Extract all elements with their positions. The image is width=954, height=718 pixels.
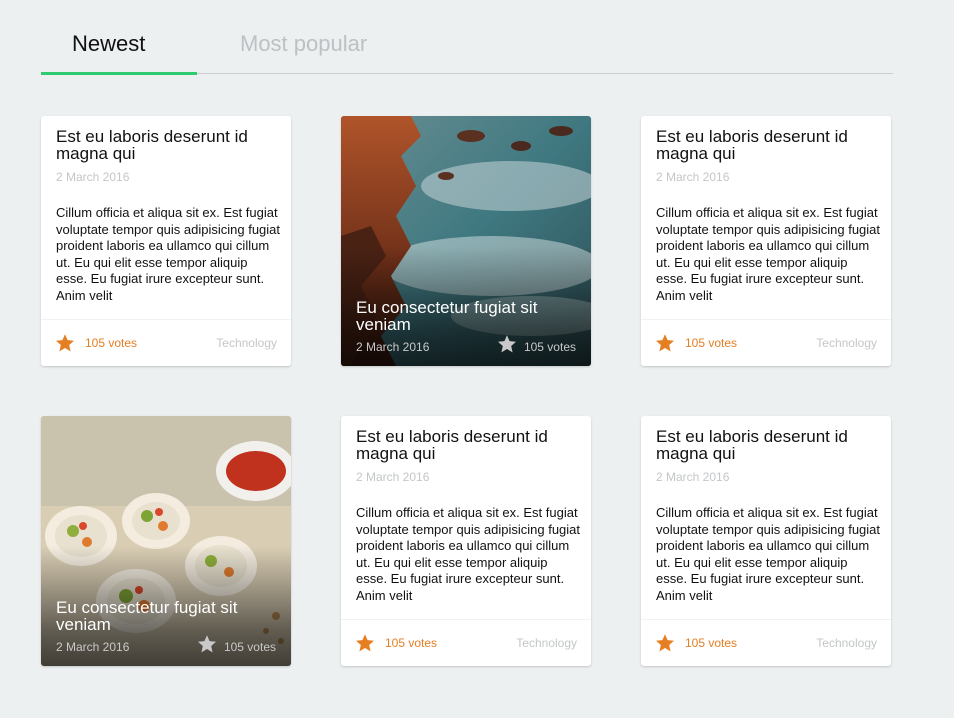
card-date: 2 March 2016: [656, 470, 730, 484]
card-excerpt: Cillum officia et aliqua sit ex. Est fug…: [356, 505, 581, 603]
star-icon[interactable]: [655, 633, 675, 653]
vote-count[interactable]: 105 votes: [85, 336, 137, 350]
card-excerpt: Cillum officia et aliqua sit ex. Est fug…: [56, 205, 281, 303]
card-date: 2 March 2016: [356, 340, 430, 354]
tab-bar: Newest Most popular: [41, 0, 893, 75]
card-title[interactable]: Eu consectetur fugiat sit veniam: [356, 299, 578, 333]
card-footer: 105 votes Technology: [641, 319, 891, 366]
card-title[interactable]: Est eu laboris deserunt id magna qui: [656, 128, 878, 162]
star-icon[interactable]: [497, 334, 517, 354]
image-article-card[interactable]: Eu consectetur fugiat sit veniam 2 March…: [41, 416, 291, 666]
category-link[interactable]: Technology: [516, 636, 577, 650]
card-date: 2 March 2016: [656, 170, 730, 184]
card-date: 2 March 2016: [356, 470, 430, 484]
category-link[interactable]: Technology: [816, 336, 877, 350]
star-icon[interactable]: [197, 634, 217, 654]
star-icon[interactable]: [55, 333, 75, 353]
card-excerpt: Cillum officia et aliqua sit ex. Est fug…: [656, 505, 881, 603]
article-card[interactable]: Est eu laboris deserunt id magna qui 2 M…: [641, 416, 891, 666]
card-date: 2 March 2016: [56, 170, 130, 184]
vote-count[interactable]: 105 votes: [524, 340, 576, 354]
vote-count[interactable]: 105 votes: [224, 640, 276, 654]
card-title[interactable]: Est eu laboris deserunt id magna qui: [656, 428, 878, 462]
category-link[interactable]: Technology: [216, 336, 277, 350]
active-tab-indicator: [41, 72, 197, 75]
card-footer: 105 votes Technology: [41, 319, 291, 366]
card-title[interactable]: Est eu laboris deserunt id magna qui: [56, 128, 278, 162]
card-excerpt: Cillum officia et aliqua sit ex. Est fug…: [656, 205, 881, 303]
article-card[interactable]: Est eu laboris deserunt id magna qui 2 M…: [341, 416, 591, 666]
vote-count[interactable]: 105 votes: [685, 636, 737, 650]
star-icon[interactable]: [655, 333, 675, 353]
category-link[interactable]: Technology: [816, 636, 877, 650]
vote-count[interactable]: 105 votes: [385, 636, 437, 650]
card-footer: 105 votes Technology: [641, 619, 891, 666]
vote-count[interactable]: 105 votes: [685, 336, 737, 350]
article-card[interactable]: Est eu laboris deserunt id magna qui 2 M…: [641, 116, 891, 366]
article-card[interactable]: Est eu laboris deserunt id magna qui 2 M…: [41, 116, 291, 366]
card-title[interactable]: Eu consectetur fugiat sit veniam: [56, 599, 278, 633]
image-article-card[interactable]: Eu consectetur fugiat sit veniam 2 March…: [341, 116, 591, 366]
card-footer: 105 votes Technology: [341, 619, 591, 666]
card-date: 2 March 2016: [56, 640, 130, 654]
tab-most-popular[interactable]: Most popular: [240, 31, 367, 57]
tab-newest[interactable]: Newest: [72, 31, 145, 57]
star-icon[interactable]: [355, 633, 375, 653]
card-title[interactable]: Est eu laboris deserunt id magna qui: [356, 428, 578, 462]
